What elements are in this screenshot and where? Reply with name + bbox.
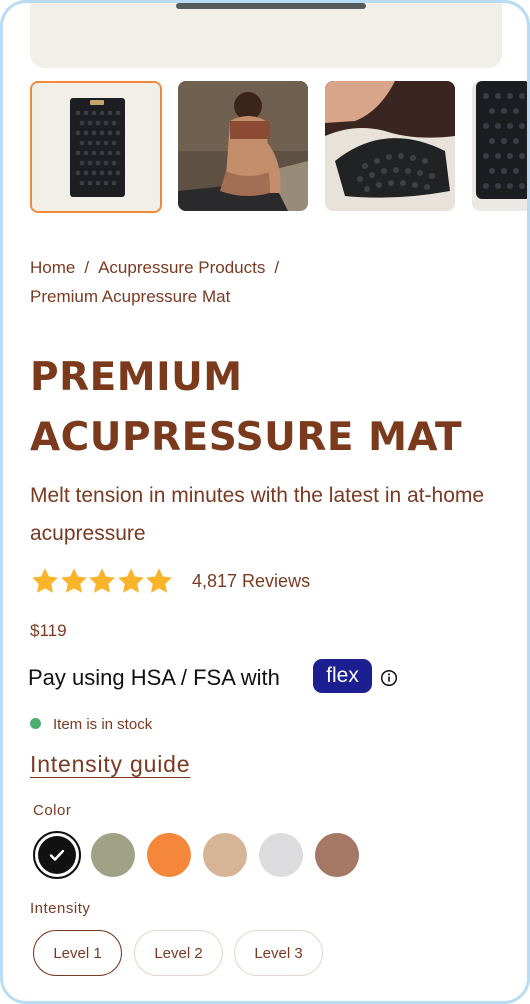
- thumbnail-4[interactable]: [472, 81, 527, 211]
- reviews-link[interactable]: 4,817 Reviews: [192, 571, 310, 592]
- color-swatch-sage[interactable]: [91, 833, 135, 877]
- checkmark-icon: [49, 849, 65, 861]
- color-swatch-orange[interactable]: [147, 833, 191, 877]
- star-icon: [146, 568, 172, 593]
- intensity-guide-link[interactable]: Intensity guide: [30, 751, 190, 778]
- star-icon: [60, 568, 87, 593]
- breadcrumb-category[interactable]: Acupressure Products: [98, 258, 265, 277]
- color-swatch-sand[interactable]: [203, 833, 247, 877]
- hsa-fsa-text: Pay using HSA / FSA with: [28, 665, 280, 690]
- color-swatch-gray[interactable]: [259, 833, 303, 877]
- thumbnail-3[interactable]: [325, 81, 455, 211]
- breadcrumb-current: Premium Acupressure Mat: [30, 287, 231, 306]
- mat-closeup-image: [325, 81, 455, 211]
- color-label: Color: [33, 802, 72, 819]
- product-price: $119: [30, 621, 67, 640]
- product-title-line-2: ACUPRESSURE MAT: [30, 415, 463, 460]
- intensity-level-1[interactable]: Level 1: [33, 930, 122, 976]
- color-swatch-clay[interactable]: [315, 833, 359, 877]
- breadcrumb-home[interactable]: Home: [30, 258, 75, 277]
- info-icon[interactable]: [380, 669, 398, 687]
- product-title-line-1: PREMIUM: [30, 355, 243, 400]
- thumbnail-1[interactable]: [30, 81, 162, 213]
- mat-edge-shadow: [176, 3, 366, 9]
- breadcrumb: Home / Acupressure Products / Premium Acupre…: [30, 253, 500, 311]
- thumbnail-2[interactable]: [178, 81, 308, 211]
- star-icon: [117, 568, 144, 593]
- intensity-level-3[interactable]: Level 3: [234, 930, 323, 976]
- mat-product-image: [32, 83, 160, 211]
- intensity-label: Intensity: [30, 900, 91, 917]
- mat-detail-image: [472, 81, 527, 211]
- main-product-image: [30, 3, 502, 68]
- product-page: Home / Acupressure Products / Premium Acupre…: [0, 0, 530, 1004]
- color-swatch-black[interactable]: [33, 831, 81, 879]
- in-stock-indicator: [30, 718, 41, 729]
- intensity-level-2[interactable]: Level 2: [134, 930, 223, 976]
- star-rating: [30, 566, 173, 596]
- product-title: PREMIUM ACUPRESSURE MAT: [30, 348, 510, 468]
- breadcrumb-separator: /: [84, 258, 90, 277]
- flex-badge: flex: [313, 659, 372, 693]
- star-icon: [32, 568, 58, 593]
- woman-on-mat-image: [178, 81, 308, 211]
- stock-status: Item is in stock: [53, 716, 153, 733]
- product-subtitle: Melt tension in minutes with the latest …: [30, 484, 485, 545]
- star-icon: [89, 568, 115, 593]
- breadcrumb-separator: /: [274, 258, 280, 277]
